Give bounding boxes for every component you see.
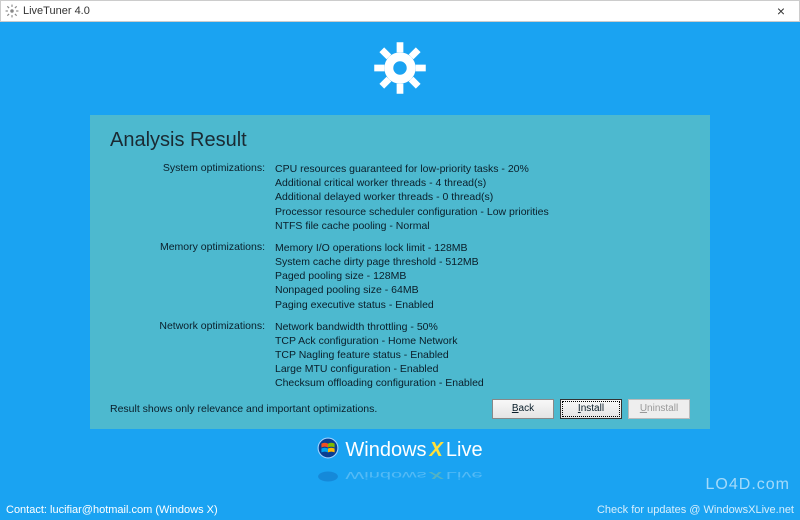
- watermark: LO4D.com: [706, 476, 790, 494]
- section-label: System optimizations:: [110, 162, 275, 233]
- brand-reflection: Windows X Live: [317, 468, 482, 482]
- brand-windows: Windows: [345, 439, 426, 462]
- titlebar: LiveTuner 4.0 ×: [0, 0, 800, 22]
- updates-text: Check for updates @ WindowsXLive.net: [597, 504, 794, 516]
- result-line: Processor resource scheduler configurati…: [275, 205, 690, 219]
- uninstall-button: Uninstall: [628, 399, 690, 419]
- panel-footer: Result shows only relevance and importan…: [110, 399, 690, 419]
- gear-icon: [372, 40, 428, 101]
- section-system: System optimizations: CPU resources guar…: [110, 162, 690, 233]
- result-line: Network bandwidth throttling - 50%: [275, 320, 690, 334]
- window-title: LiveTuner 4.0: [23, 5, 767, 17]
- brand-live: Live: [446, 439, 483, 462]
- result-line: TCP Ack configuration - Home Network: [275, 334, 690, 348]
- section-body: Network bandwidth throttling - 50% TCP A…: [275, 320, 690, 391]
- result-line: Checksum offloading configuration - Enab…: [275, 376, 690, 390]
- windows-flag-icon: [317, 437, 339, 465]
- result-line: Memory I/O operations lock limit - 128MB: [275, 241, 690, 255]
- brand-logo: Windows X Live: [317, 437, 482, 465]
- client-area: Analysis Result System optimizations: CP…: [0, 22, 800, 520]
- section-memory: Memory optimizations: Memory I/O operati…: [110, 241, 690, 312]
- app-icon: [5, 4, 19, 18]
- button-row: Back Install Uninstall: [492, 399, 690, 419]
- result-line: Large MTU configuration - Enabled: [275, 362, 690, 376]
- contact-text: Contact: lucifiar@hotmail.com (Windows X…: [6, 504, 218, 516]
- result-line: Nonpaged pooling size - 64MB: [275, 283, 690, 297]
- result-line: CPU resources guaranteed for low-priorit…: [275, 162, 690, 176]
- result-line: Paging executive status - Enabled: [275, 298, 690, 312]
- panel-heading: Analysis Result: [110, 129, 690, 152]
- back-button[interactable]: Back: [492, 399, 554, 419]
- install-button[interactable]: Install: [560, 399, 622, 419]
- section-label: Memory optimizations:: [110, 241, 275, 312]
- result-line: TCP Nagling feature status - Enabled: [275, 348, 690, 362]
- result-line: Paged pooling size - 128MB: [275, 269, 690, 283]
- section-label: Network optimizations:: [110, 320, 275, 391]
- result-line: System cache dirty page threshold - 512M…: [275, 255, 690, 269]
- brand-x: X: [430, 439, 443, 462]
- result-line: NTFS file cache pooling - Normal: [275, 219, 690, 233]
- close-button[interactable]: ×: [767, 4, 795, 18]
- section-body: Memory I/O operations lock limit - 128MB…: [275, 241, 690, 312]
- section-network: Network optimizations: Network bandwidth…: [110, 320, 690, 391]
- footer-note: Result shows only relevance and importan…: [110, 403, 492, 415]
- result-line: Additional critical worker threads - 4 t…: [275, 176, 690, 190]
- section-body: CPU resources guaranteed for low-priorit…: [275, 162, 690, 233]
- analysis-panel: Analysis Result System optimizations: CP…: [90, 115, 710, 429]
- result-line: Additional delayed worker threads - 0 th…: [275, 190, 690, 204]
